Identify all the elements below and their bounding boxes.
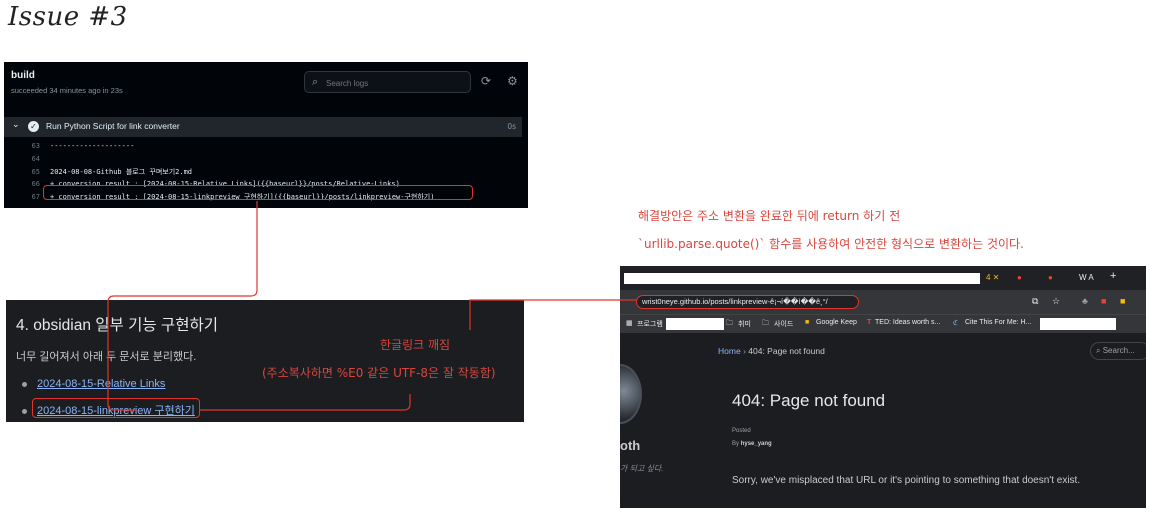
folder-icon: 🗀 [762, 320, 769, 327]
ted-icon: T [867, 319, 872, 326]
annotation-broken-title: 한글링크 깨짐 [380, 338, 451, 352]
step-row[interactable]: ⌄ ✓ Run Python Script for link converter… [4, 117, 522, 137]
bookmark-cite[interactable]: Cite This For Me: H... [965, 319, 1031, 326]
gear-icon[interactable]: ⚙ [507, 74, 518, 88]
new-tab-icon[interactable]: + [1110, 270, 1116, 282]
error-message: Sorry, we've misplaced that URL or it's … [732, 475, 1081, 486]
bookmark-folder-side[interactable]: 사이드 [774, 319, 793, 329]
tab-favicon-icon[interactable]: ● [1048, 273, 1053, 282]
highlight-box [32, 398, 200, 418]
search-icon: ⌕ [1096, 346, 1101, 355]
annotation-solution-line2: `urllib.parse.quote()` 함수를 사용하여 안전한 형식으로… [638, 237, 1024, 251]
bookmark-ted[interactable]: TED: Ideas worth s... [875, 319, 940, 326]
page-title: Issue #3 [8, 2, 128, 32]
bookmark-apps[interactable]: 프로그램 [637, 319, 663, 329]
keep-icon: ■ [805, 319, 810, 326]
address-bar-row: wrist0neye.github.io/posts/linkpreview-ê… [620, 290, 1146, 314]
annotation-solution-line1: 해결방안은 주소 변환을 완료한 뒤에 return 하기 전 [638, 209, 901, 223]
blog-post-section: 4. obsidian 일부 기능 구현하기 너무 길어져서 아래 두 문서로 … [6, 300, 524, 422]
bullet-icon [22, 408, 27, 414]
bookmark-folder-hobby[interactable]: 취미 [738, 319, 751, 329]
tab-close-icon[interactable]: 4 ✕ [986, 273, 999, 282]
annotation-broken-detail: (주소복사하면 %E0 같은 UTF-8은 잘 작동함) [262, 366, 496, 380]
breadcrumb-current: 404: Page not found [748, 346, 825, 356]
bookmark-redacted[interactable] [1040, 318, 1116, 330]
avatar[interactable] [620, 364, 642, 424]
log-line: 63 -------------------- [31, 142, 135, 150]
list-item: 2024-08-15-Relative Links [22, 378, 165, 390]
search-label: Search... [1102, 346, 1135, 355]
error-heading: 404: Page not found [732, 391, 886, 410]
tab-strip: 4 ✕ ● ● W A + [620, 266, 1146, 290]
search-icon: ⌕ [312, 75, 319, 88]
job-status: succeeded 34 minutes ago in 23s [11, 86, 123, 95]
chevron-down-icon[interactable]: ⌄ [12, 120, 20, 130]
cite-icon: ℭ [953, 320, 958, 327]
cast-icon[interactable]: ⧉ [1032, 296, 1038, 307]
author-name: hyse_yang [740, 441, 772, 447]
check-circle-icon: ✓ [28, 121, 39, 132]
tab-favicon-icon[interactable]: W A [1079, 273, 1094, 282]
bookmark-redacted[interactable] [666, 318, 724, 330]
star-icon[interactable]: ☆ [1052, 296, 1060, 307]
step-duration: 0s [507, 122, 516, 131]
highlight-box [43, 185, 473, 200]
sidebar-tagline: 가 되고 싶다. [620, 464, 664, 473]
bullet-icon [22, 381, 27, 387]
breadcrumb-home[interactable]: Home [718, 346, 741, 356]
search-logs-field[interactable]: ⌕ [304, 71, 471, 93]
extension-icon[interactable]: ■ [1120, 296, 1125, 306]
job-title: build [11, 70, 35, 81]
tab-favicon-icon[interactable]: ● [1017, 273, 1022, 282]
breadcrumb: Home › 404: Page not found [718, 346, 825, 356]
apps-grid-icon[interactable]: ▦ [626, 319, 633, 327]
posted-label: Posted [732, 428, 751, 434]
url-field[interactable]: wrist0neye.github.io/posts/linkpreview-ê… [636, 295, 859, 309]
log-line: 64 [31, 154, 40, 163]
folder-icon: 🗀 [726, 320, 733, 327]
section-heading: 4. obsidian 일부 기능 구현하기 [16, 317, 218, 334]
extension-icon[interactable]: ■ [1101, 296, 1106, 306]
github-actions-log-panel: build succeeded 34 minutes ago in 23s ⌕ … [4, 62, 528, 208]
tab-bar-redacted [624, 273, 980, 284]
author-line: By hyse_yang [732, 441, 772, 447]
bookmarks-bar: ▦ 프로그램 🗀 취미 🗀 사이드 ■ Google Keep T TED: I… [620, 314, 1146, 333]
section-paragraph: 너무 길어져서 아래 두 문서로 분리했다. [16, 351, 197, 363]
step-name: Run Python Script for link converter [46, 121, 180, 131]
site-search[interactable]: ⌕ Search... [1090, 342, 1146, 360]
browser-window: 4 ✕ ● ● W A + wrist0neye.github.io/posts… [620, 266, 1146, 508]
sidebar-site-name[interactable]: oth [620, 438, 640, 453]
bookmark-keep[interactable]: Google Keep [816, 319, 857, 326]
refresh-icon[interactable]: ⟳ [481, 74, 491, 88]
log-line: 65 2024-08-08-Github 블로그 꾸며보기2.md [31, 167, 193, 176]
search-logs-input[interactable] [324, 75, 468, 91]
relative-links-link[interactable]: 2024-08-15-Relative Links [37, 378, 165, 390]
extension-icon[interactable]: ♣ [1082, 296, 1088, 306]
